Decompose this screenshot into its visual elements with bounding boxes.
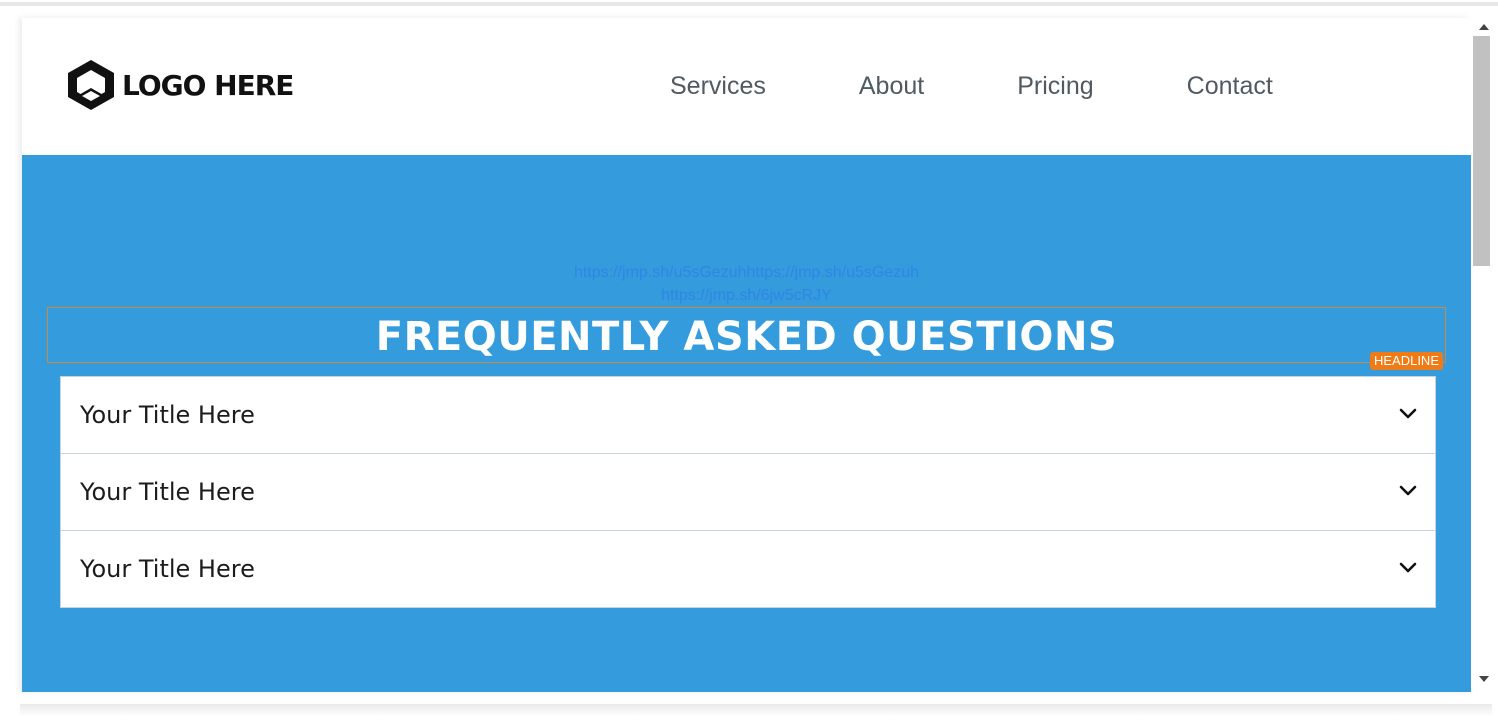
- logo[interactable]: LOGO HERE: [64, 58, 294, 112]
- section-headline: FREQUENTLY ASKED QUESTIONS: [375, 314, 1118, 360]
- link-line-2[interactable]: https://jmp.sh/6jw5cRJY: [22, 284, 1471, 307]
- frame-bottom-shadow: [20, 704, 1492, 716]
- logo-text: LOGO HERE: [122, 68, 294, 102]
- headline-badge: HEADLINE: [1369, 352, 1443, 370]
- nav-about[interactable]: About: [859, 68, 924, 104]
- faq-item[interactable]: Your Title Here: [61, 531, 1435, 607]
- headline-selection-box[interactable]: FREQUENTLY ASKED QUESTIONS HEADLINE: [47, 307, 1446, 370]
- scroll-up-arrow-icon[interactable]: [1479, 24, 1489, 30]
- page-frame: LOGO HERE Services About Pricing Contact…: [22, 18, 1471, 692]
- nav-contact[interactable]: Contact: [1187, 68, 1273, 104]
- faq-item[interactable]: Your Title Here: [61, 377, 1435, 454]
- nav-pricing[interactable]: Pricing: [1017, 68, 1093, 104]
- site-header: LOGO HERE Services About Pricing Contact: [22, 18, 1471, 155]
- hexagon-logo-icon: [68, 60, 114, 110]
- scroll-down-arrow-icon[interactable]: [1479, 676, 1489, 682]
- link-line-1[interactable]: https://jmp.sh/u5sGezuhhttps://jmp.sh/u5…: [22, 261, 1471, 284]
- nav-services[interactable]: Services: [670, 68, 766, 104]
- faq-item-title: Your Title Here: [80, 401, 255, 429]
- chevron-down-icon[interactable]: [1399, 561, 1417, 575]
- faq-item[interactable]: Your Title Here: [61, 454, 1435, 531]
- chevron-down-icon[interactable]: [1399, 484, 1417, 498]
- faq-item-title: Your Title Here: [80, 478, 255, 506]
- chevron-down-icon[interactable]: [1399, 407, 1417, 421]
- link-text-block: https://jmp.sh/u5sGezuhhttps://jmp.sh/u5…: [22, 261, 1471, 307]
- vertical-scrollbar[interactable]: [1471, 18, 1498, 692]
- main-nav: Services About Pricing Contact: [670, 68, 1366, 104]
- top-divider: [0, 2, 1498, 6]
- scrollbar-thumb[interactable]: [1473, 36, 1490, 266]
- faq-section: https://jmp.sh/u5sGezuhhttps://jmp.sh/u5…: [22, 155, 1471, 692]
- faq-accordion: Your Title Here Your Title Here Your Tit…: [60, 376, 1436, 608]
- faq-item-title: Your Title Here: [80, 555, 255, 583]
